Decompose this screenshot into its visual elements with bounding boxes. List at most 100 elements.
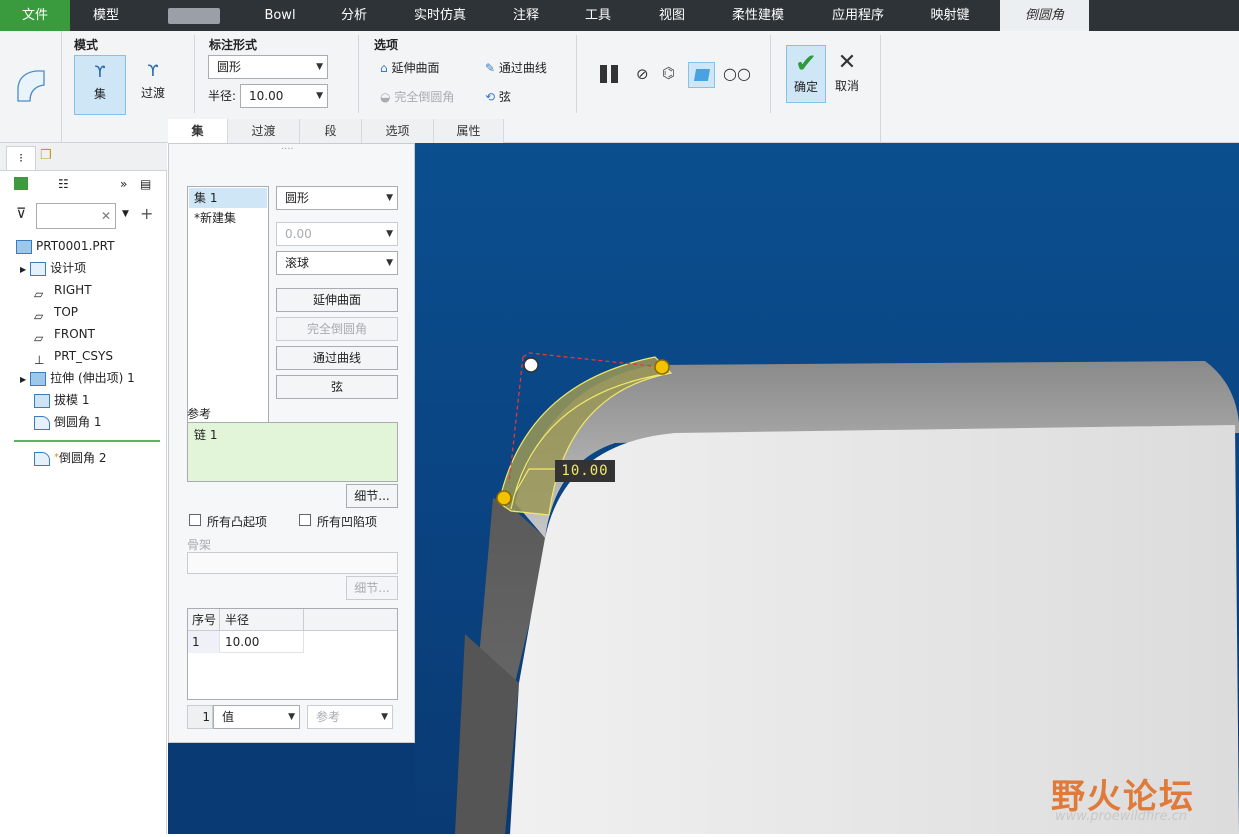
check-icon: ✔ [795,49,817,79]
cancel-button[interactable]: ✕ 取消 [830,45,864,103]
start-handle[interactable] [496,490,512,506]
tree-item-right[interactable]: ▱ RIGHT [34,280,92,301]
pause-icon[interactable] [598,63,622,85]
menu-annotation[interactable]: 注释 [500,0,552,31]
cancel-label: 取消 [834,79,859,93]
show-icon[interactable] [14,177,28,190]
transition-icon: ϒ [147,61,159,80]
details-button[interactable]: 细节... [346,484,398,508]
set-mode-button[interactable]: ϒ 集 [74,55,126,115]
table-cell-radius[interactable]: 10.00 [220,631,304,653]
datum-plane-icon: ▱ [34,308,44,323]
tree-item-label: FRONT [54,327,95,341]
reference-collector[interactable]: 链 1 [187,422,398,482]
full-round-option[interactable]: ◒ 完全倒圆角 [380,88,454,105]
tab-pieces[interactable]: 段 [300,119,362,143]
menu-tools[interactable]: 工具 [572,0,624,31]
full-round-button[interactable]: 完全倒圆角 [276,317,398,341]
through-curve-option[interactable]: ✎ 通过曲线 [485,59,547,76]
expand-more-icon[interactable]: » [120,177,127,191]
verify-mode-icon[interactable] [688,62,715,88]
expand-icon[interactable]: ▶ [20,375,26,384]
layer-tab-icon[interactable]: ❒ [40,148,52,163]
extend-surfaces-button[interactable]: 延伸曲面 [276,288,398,312]
tree-item-top[interactable]: ▱ TOP [34,302,78,323]
no-preview-icon[interactable]: ⊘ [636,65,649,83]
extend-surfaces-option[interactable]: ⌂ 延伸曲面 [380,59,439,76]
tree-item-front[interactable]: ▱ FRONT [34,324,95,345]
tree-item-round-1[interactable]: 倒圆角 1 [34,412,101,432]
menu-simulation[interactable]: 实时仿真 [402,0,478,31]
through-curve-button[interactable]: 通过曲线 [276,346,398,370]
menu-applications[interactable]: 应用程序 [820,0,896,31]
creation-method-value: 滚球 [285,256,310,270]
transition-mode-button[interactable]: ϒ 过渡 [128,55,178,115]
tree-item-label: PRT_CSYS [54,349,113,363]
model-tree-tab-icon[interactable]: ⁝ [6,146,36,170]
tree-item-draft[interactable]: 拔模 1 [34,390,89,410]
radius-input[interactable]: 10.00 ▼ [240,84,328,108]
table-cell-index[interactable]: 1 [188,631,220,653]
set-list[interactable]: 集 1 *新建集 [187,186,269,428]
table-header-empty [304,609,397,631]
menu-bowl[interactable]: Bowl [250,0,310,31]
tab-options[interactable]: 选项 [362,119,434,143]
separate-preview-icon[interactable]: ⌬ [662,64,675,82]
all-concave-checkbox[interactable] [299,514,311,526]
glasses-icon[interactable]: ○○ [723,64,751,83]
tab-properties[interactable]: 属性 [434,119,504,143]
graphics-viewport[interactable]: 10.00 野火论坛 www.proewildfire.cn [415,143,1239,834]
panel-drag-handle[interactable]: ···· [281,144,294,155]
creation-method-dropdown[interactable]: 滚球 ▼ [276,251,398,275]
filter-icon[interactable]: ⊽ [16,206,26,222]
skeleton-collector[interactable] [187,552,398,574]
chevron-down-icon[interactable]: ▼ [122,209,129,219]
end-handle[interactable] [654,359,670,375]
menu-blurred-item[interactable] [168,8,220,24]
skeleton-details-button[interactable]: 细节... [346,576,398,600]
viewport-lower-left [168,743,415,834]
radius-label: 半径: [208,89,237,103]
tree-item-round-2[interactable]: *倒圆角 2 [34,448,106,468]
new-set-item[interactable]: *新建集 [189,208,267,228]
tree-item-csys[interactable]: ⊥ PRT_CSYS [34,346,113,367]
menu-mapkeys[interactable]: 映射键 [918,0,982,31]
menu-round-active[interactable]: 倒圆角 [1000,0,1089,31]
ok-button[interactable]: ✔ 确定 [786,45,826,103]
notes-icon[interactable]: ▤ [140,177,151,191]
expand-icon[interactable]: ▶ [20,265,26,274]
tab-set[interactable]: 集 [168,119,228,143]
tab-transition[interactable]: 过渡 [228,119,300,143]
radius-dimension-label[interactable]: 10.00 [555,460,615,482]
center-handle[interactable] [523,357,539,373]
cross-section-value: 圆形 [285,191,310,205]
all-convex-checkbox[interactable] [189,514,201,526]
tree-search-input[interactable]: ✕ [36,203,116,229]
disabled-value-field[interactable]: 0.00 ▼ [276,222,398,246]
tree-item-design-items[interactable]: ▶ 设计项 [20,258,86,278]
set-list-item[interactable]: 集 1 [189,188,267,208]
reference-type-dropdown[interactable]: 参考 ▼ [307,705,393,729]
menu-view[interactable]: 视图 [646,0,698,31]
tree-item-part[interactable]: PRT0001.PRT [16,236,114,256]
menu-model[interactable]: 模型 [76,0,136,31]
model-graphics [455,352,1239,834]
value-type-dropdown[interactable]: 值 ▼ [213,705,300,729]
reference-label: 参考 [187,407,212,421]
csys-icon: ⊥ [34,352,45,367]
menu-file[interactable]: 文件 [0,0,70,31]
insert-indicator[interactable] [14,440,160,442]
extend-surfaces-icon: ⌂ [380,61,388,75]
menu-flexible-modeling[interactable]: 柔性建模 [722,0,794,31]
cross-section-dropdown[interactable]: 圆形 ▼ [276,186,398,210]
dim-scheme-value: 圆形 [217,60,242,74]
chord-button[interactable]: 弦 [276,375,398,399]
tree-settings-icon[interactable]: ☷ [58,177,69,191]
clear-icon[interactable]: ✕ [101,209,111,223]
reference-item[interactable]: 链 1 [194,428,217,442]
dim-scheme-dropdown[interactable]: 圆形 ▼ [208,55,328,79]
menu-analysis[interactable]: 分析 [326,0,382,31]
chord-option[interactable]: ⟲ 弦 [485,88,511,105]
add-icon[interactable]: + [140,204,153,223]
tree-item-extrude[interactable]: ▶ 拉伸 (伸出项) 1 [20,368,135,388]
